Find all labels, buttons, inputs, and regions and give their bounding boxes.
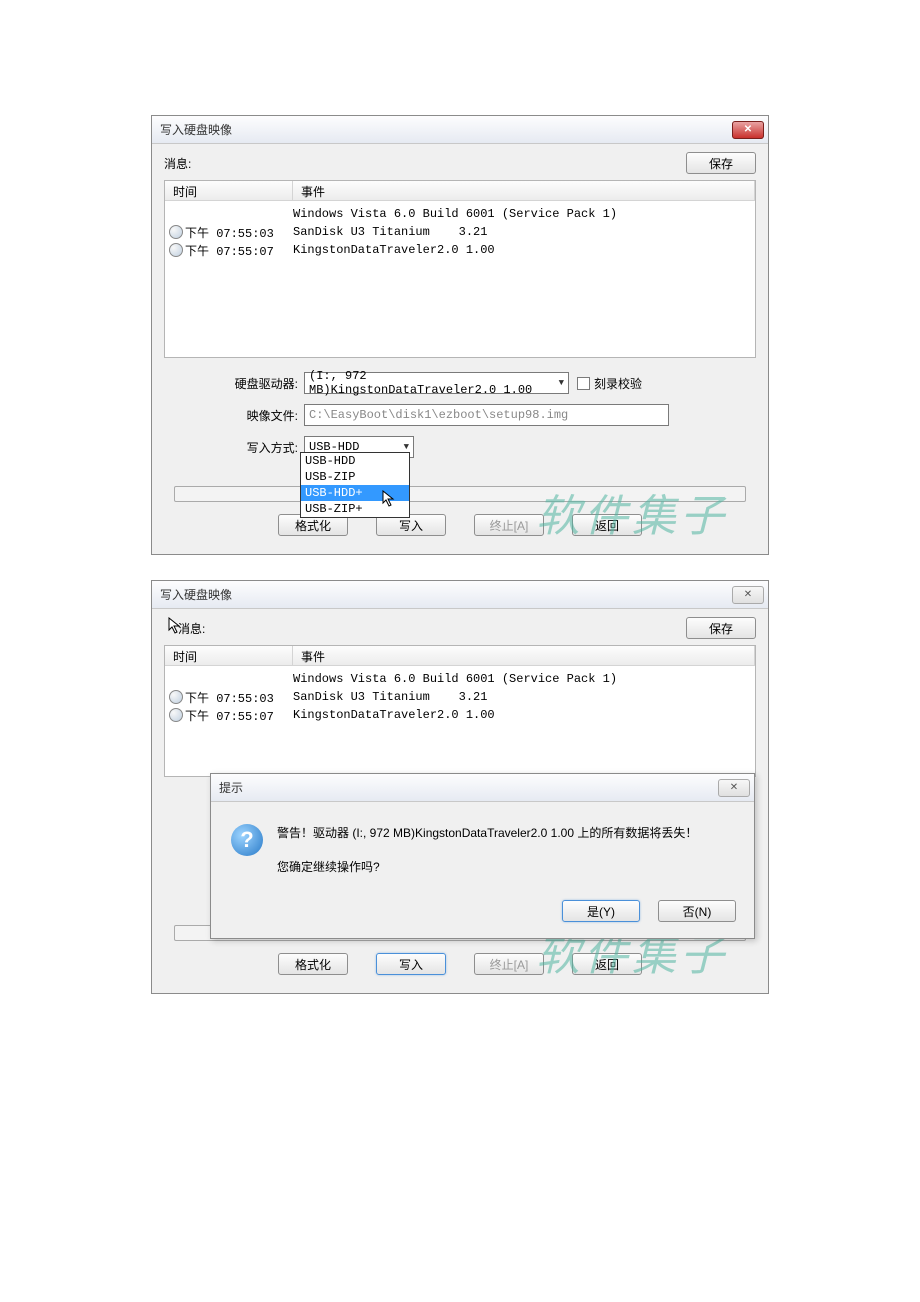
modal-title: 提示 bbox=[219, 779, 718, 796]
titlebar[interactable]: 写入硬盘映像 ✕ bbox=[152, 116, 768, 144]
dialog-title: 写入硬盘映像 bbox=[160, 586, 732, 603]
return-button[interactable]: 返回 bbox=[572, 514, 642, 536]
stop-button[interactable]: 终止[A] bbox=[474, 514, 544, 536]
format-button[interactable]: 格式化 bbox=[278, 953, 348, 975]
close-button[interactable]: ✕ bbox=[732, 586, 764, 604]
log-row[interactable]: 下午 07:55:07 KingstonDataTraveler2.0 1.00 bbox=[165, 706, 755, 724]
modal-titlebar[interactable]: 提示 ✕ bbox=[211, 774, 754, 802]
col-header-event[interactable]: 事件 bbox=[293, 646, 755, 665]
image-file-label: 映像文件: bbox=[174, 407, 304, 424]
confirm-prompt-dialog: 提示 ✕ ? 警告！驱动器 (I:, 972 MB)KingstonDataTr… bbox=[210, 773, 755, 939]
col-header-time[interactable]: 时间 bbox=[165, 646, 293, 665]
write-button[interactable]: 写入 bbox=[376, 953, 446, 975]
write-mode-dropdown[interactable]: USB-HDD USB-ZIP USB-HDD+ USB-ZIP+ bbox=[300, 452, 410, 518]
dropdown-option[interactable]: USB-ZIP bbox=[301, 469, 409, 485]
disk-icon bbox=[169, 708, 183, 722]
log-row[interactable]: 下午 07:55:03 SanDisk U3 Titanium 3.21 bbox=[165, 223, 755, 241]
messages-label: 消息: bbox=[164, 155, 686, 172]
col-header-event[interactable]: 事件 bbox=[293, 181, 755, 200]
yes-button[interactable]: 是(Y) bbox=[562, 900, 640, 922]
no-button[interactable]: 否(N) bbox=[658, 900, 736, 922]
warning-text: 警告！驱动器 (I:, 972 MB)KingstonDataTraveler2… bbox=[277, 824, 734, 842]
progress-bar bbox=[174, 486, 746, 502]
save-button[interactable]: 保存 bbox=[686, 152, 756, 174]
write-disk-image-dialog-2: 写入硬盘映像 ✕ 消息: 保存 时间 事件 Windows Vista 6.0 … bbox=[151, 580, 769, 994]
dropdown-option[interactable]: USB-ZIP+ bbox=[301, 501, 409, 517]
close-button[interactable]: ✕ bbox=[732, 121, 764, 139]
disk-icon bbox=[169, 225, 183, 239]
chevron-down-icon: ▼ bbox=[404, 442, 409, 452]
confirm-text: 您确定继续操作吗? bbox=[277, 858, 734, 876]
log-row[interactable]: Windows Vista 6.0 Build 6001 (Service Pa… bbox=[165, 205, 755, 223]
dropdown-option[interactable]: USB-HDD+ bbox=[301, 485, 409, 501]
checkbox-box bbox=[577, 377, 590, 390]
col-header-time[interactable]: 时间 bbox=[165, 181, 293, 200]
log-list[interactable]: 时间 事件 Windows Vista 6.0 Build 6001 (Serv… bbox=[164, 645, 756, 777]
dialog-title: 写入硬盘映像 bbox=[160, 121, 732, 138]
disk-icon bbox=[169, 690, 183, 704]
chevron-down-icon: ▼ bbox=[559, 378, 564, 388]
image-file-field[interactable]: C:\EasyBoot\disk1\ezboot\setup98.img bbox=[304, 404, 669, 426]
question-icon: ? bbox=[231, 824, 263, 856]
log-row[interactable]: 下午 07:55:07 KingstonDataTraveler2.0 1.00 bbox=[165, 241, 755, 259]
write-mode-label: 写入方式: bbox=[174, 439, 304, 456]
disk-icon bbox=[169, 243, 183, 257]
log-list[interactable]: 时间 事件 Windows Vista 6.0 Build 6001 (Serv… bbox=[164, 180, 756, 358]
titlebar[interactable]: 写入硬盘映像 ✕ bbox=[152, 581, 768, 609]
write-disk-image-dialog-1: 写入硬盘映像 ✕ 消息: 保存 时间 事件 Windows Vista 6.0 … bbox=[151, 115, 769, 555]
close-button[interactable]: ✕ bbox=[718, 779, 750, 797]
drive-label: 硬盘驱动器: bbox=[174, 375, 304, 392]
stop-button[interactable]: 终止[A] bbox=[474, 953, 544, 975]
drive-select[interactable]: (I:, 972 MB)KingstonDataTraveler2.0 1.00… bbox=[304, 372, 569, 394]
verify-checkbox[interactable]: 刻录校验 bbox=[577, 375, 642, 392]
return-button[interactable]: 返回 bbox=[572, 953, 642, 975]
log-row[interactable]: 下午 07:55:03 SanDisk U3 Titanium 3.21 bbox=[165, 688, 755, 706]
dropdown-option[interactable]: USB-HDD bbox=[301, 453, 409, 469]
save-button[interactable]: 保存 bbox=[686, 617, 756, 639]
messages-label: 消息: bbox=[164, 620, 686, 637]
log-row[interactable]: Windows Vista 6.0 Build 6001 (Service Pa… bbox=[165, 670, 755, 688]
